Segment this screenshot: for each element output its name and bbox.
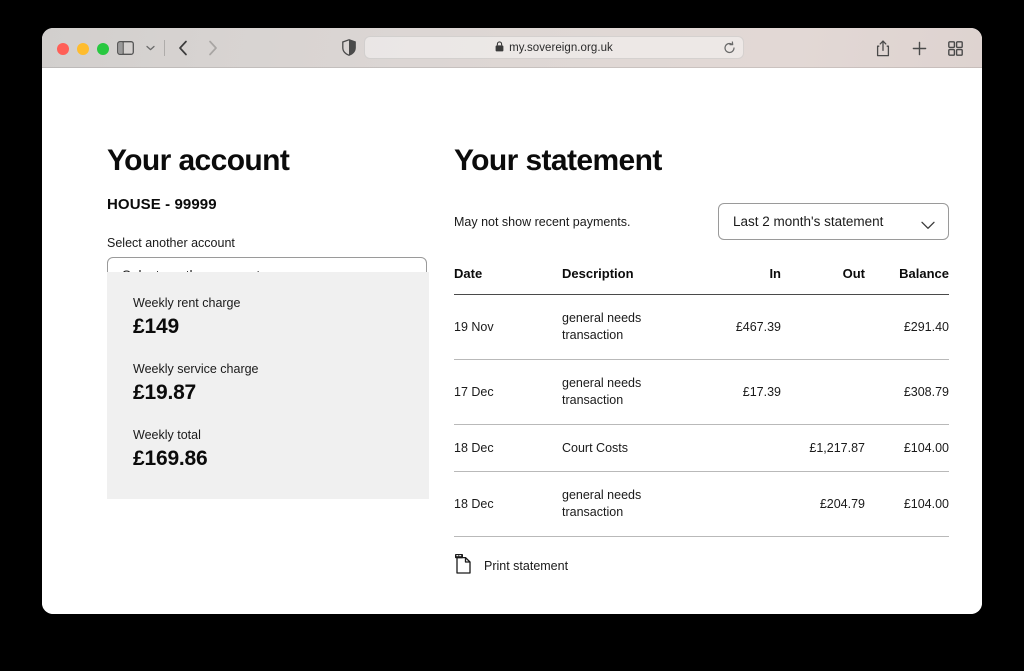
toolbar-left-group xyxy=(112,28,225,68)
shield-icon[interactable] xyxy=(339,38,359,58)
statement-table: Date Description In Out Balance 19 Nov g… xyxy=(454,266,949,537)
toolbar-right-group xyxy=(870,28,968,68)
statement-note: May not show recent payments. xyxy=(454,215,630,229)
back-arrow-icon[interactable] xyxy=(170,35,196,61)
column-header-description: Description xyxy=(562,266,697,295)
select-account-label: Select another account xyxy=(107,236,427,250)
statement-controls-row: May not show recent payments. Last 2 mon… xyxy=(454,203,949,240)
cell-out xyxy=(781,359,865,424)
charge-value: £149 xyxy=(133,315,403,339)
cell-balance: £104.00 xyxy=(865,472,949,537)
cell-in xyxy=(697,472,781,537)
cell-balance: £291.40 xyxy=(865,295,949,360)
charge-label: Weekly service charge xyxy=(133,362,403,376)
cell-out: £1,217.87 xyxy=(781,424,865,472)
cell-date: 18 Dec xyxy=(454,424,562,472)
print-statement-button[interactable]: Print statement xyxy=(454,553,949,579)
charge-total: Weekly total £169.86 xyxy=(133,428,403,471)
address-text: my.sovereign.org.uk xyxy=(509,42,613,54)
statement-period-value: Last 2 month's statement xyxy=(733,214,883,229)
page-title-statement: Your statement xyxy=(454,146,949,176)
browser-toolbar: my.sovereign.org.uk xyxy=(42,28,982,68)
cell-out: £204.79 xyxy=(781,472,865,537)
cell-in xyxy=(697,424,781,472)
sidebar-toggle-icon[interactable] xyxy=(112,35,138,61)
charge-value: £19.87 xyxy=(133,381,403,405)
column-header-balance: Balance xyxy=(865,266,949,295)
forward-arrow-icon[interactable] xyxy=(199,35,225,61)
cell-date: 19 Nov xyxy=(454,295,562,360)
page-content: Your account HOUSE - 99999 Select anothe… xyxy=(42,68,982,614)
table-row: 18 Dec Court Costs £1,217.87 £104.00 xyxy=(454,424,949,472)
share-icon[interactable] xyxy=(870,35,896,61)
print-icon xyxy=(454,553,473,579)
cell-in: £467.39 xyxy=(697,295,781,360)
address-bar[interactable]: my.sovereign.org.uk xyxy=(364,36,744,59)
charge-label: Weekly rent charge xyxy=(133,296,403,310)
cell-date: 18 Dec xyxy=(454,472,562,537)
window-controls xyxy=(57,43,109,55)
column-header-out: Out xyxy=(781,266,865,295)
table-row: 17 Dec general needs transaction £17.39 … xyxy=(454,359,949,424)
sidebar-menu-chevron-down-icon[interactable] xyxy=(141,35,159,61)
browser-window: my.sovereign.org.uk xyxy=(42,28,982,614)
charge-rent: Weekly rent charge £149 xyxy=(133,296,403,339)
tab-overview-icon[interactable] xyxy=(942,35,968,61)
print-statement-label: Print statement xyxy=(484,559,568,573)
close-window-button[interactable] xyxy=(57,43,69,55)
lock-icon xyxy=(495,39,504,57)
cell-out xyxy=(781,295,865,360)
table-row: 19 Nov general needs transaction £467.39… xyxy=(454,295,949,360)
column-header-in: In xyxy=(697,266,781,295)
charge-label: Weekly total xyxy=(133,428,403,442)
plus-icon[interactable] xyxy=(906,35,932,61)
chevron-down-icon xyxy=(921,217,935,226)
table-header-row: Date Description In Out Balance xyxy=(454,266,949,295)
page-title-account: Your account xyxy=(107,146,427,176)
cell-description: general needs transaction xyxy=(562,472,697,537)
reload-icon[interactable] xyxy=(723,41,736,54)
address-bar-container: my.sovereign.org.uk xyxy=(364,36,744,59)
cell-balance: £104.00 xyxy=(865,424,949,472)
table-row: 18 Dec general needs transaction £204.79… xyxy=(454,472,949,537)
maximize-window-button[interactable] xyxy=(97,43,109,55)
account-number: HOUSE - 99999 xyxy=(107,196,427,213)
minimize-window-button[interactable] xyxy=(77,43,89,55)
charge-service: Weekly service charge £19.87 xyxy=(133,362,403,405)
statement-section: Your statement May not show recent payme… xyxy=(454,146,949,579)
cell-in: £17.39 xyxy=(697,359,781,424)
cell-description: general needs transaction xyxy=(562,359,697,424)
cell-description: general needs transaction xyxy=(562,295,697,360)
column-header-date: Date xyxy=(454,266,562,295)
cell-balance: £308.79 xyxy=(865,359,949,424)
statement-period-dropdown[interactable]: Last 2 month's statement xyxy=(718,203,949,240)
cell-date: 17 Dec xyxy=(454,359,562,424)
charges-card: Weekly rent charge £149 Weekly service c… xyxy=(107,272,429,499)
toolbar-divider xyxy=(164,40,165,56)
charge-value: £169.86 xyxy=(133,447,403,471)
cell-description: Court Costs xyxy=(562,424,697,472)
